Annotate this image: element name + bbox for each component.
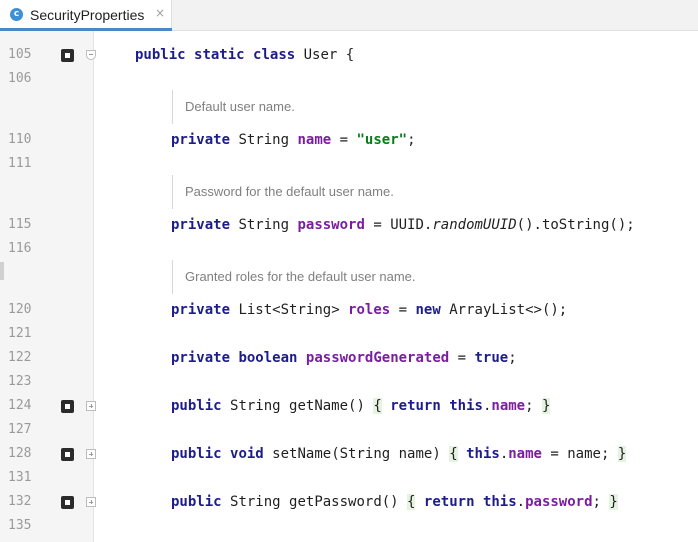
line-number: 115: [8, 217, 32, 232]
code-line[interactable]: private List<String> roles = new ArrayLi…: [171, 298, 567, 322]
implementation-marker-icon[interactable]: [61, 49, 74, 62]
tab-security-properties[interactable]: c SecurityProperties ×: [0, 0, 172, 31]
code-line[interactable]: private boolean passwordGenerated = true…: [171, 346, 517, 370]
code-line[interactable]: public String getPassword() { return thi…: [171, 490, 618, 514]
line-number: 110: [8, 132, 32, 147]
gutter-scroll-marker: [0, 262, 4, 280]
class-icon: c: [10, 8, 23, 21]
tab-label: SecurityProperties: [30, 7, 145, 23]
code-line[interactable]: public static class User {: [135, 43, 354, 67]
line-number: 111: [8, 156, 32, 171]
doc-comment-password: Password for the default user name.: [172, 175, 693, 209]
line-number: 105: [8, 47, 32, 62]
code-line[interactable]: public void setName(String name) { this.…: [171, 442, 627, 466]
line-number: 116: [8, 241, 32, 256]
line-number: 127: [8, 422, 32, 437]
line-number: 106: [8, 71, 32, 86]
code-line[interactable]: private String password = UUID.randomUUI…: [171, 213, 635, 237]
code-line[interactable]: private String name = "user";: [171, 128, 416, 152]
line-number: 135: [8, 518, 32, 533]
fold-expand-icon[interactable]: [86, 497, 96, 507]
editor-tab-bar: c SecurityProperties ×: [0, 0, 698, 31]
doc-comment-name: Default user name.: [172, 90, 693, 124]
close-icon[interactable]: ×: [155, 6, 165, 20]
fold-expand-icon[interactable]: [86, 401, 96, 411]
implementation-marker-icon[interactable]: [61, 400, 74, 413]
line-number: 131: [8, 470, 32, 485]
implementation-marker-icon[interactable]: [61, 496, 74, 509]
fold-expand-icon[interactable]: [86, 449, 96, 459]
line-number: 120: [8, 302, 32, 317]
line-number: 123: [8, 374, 32, 389]
fold-collapse-icon[interactable]: [86, 50, 96, 60]
line-number: 121: [8, 326, 32, 341]
code-line[interactable]: public String getName() { return this.na…: [171, 394, 551, 418]
line-number: 122: [8, 350, 32, 365]
line-number: 124: [8, 398, 32, 413]
line-number: 128: [8, 446, 32, 461]
implementation-marker-icon[interactable]: [61, 448, 74, 461]
doc-comment-roles: Granted roles for the default user name.: [172, 260, 693, 294]
line-number: 132: [8, 494, 32, 509]
